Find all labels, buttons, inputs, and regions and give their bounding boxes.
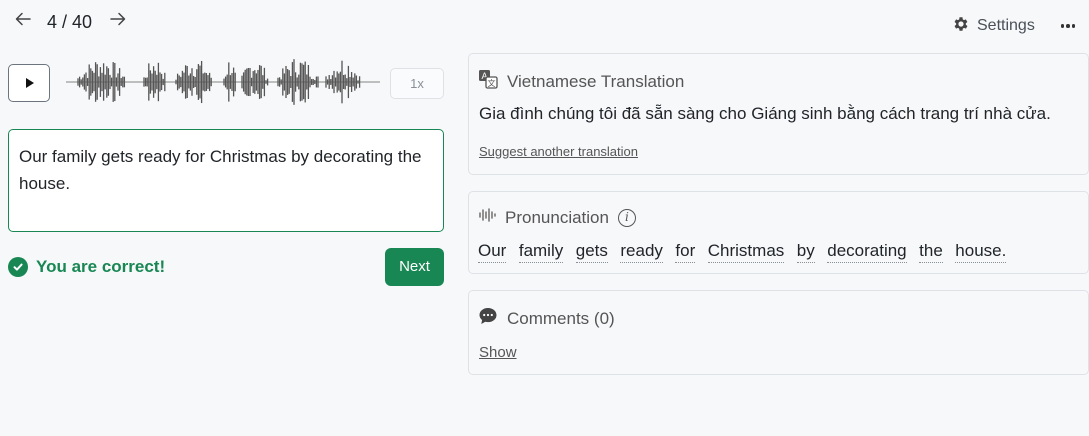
speed-button[interactable]: 1x — [390, 68, 444, 99]
pronunciation-word[interactable]: family — [518, 241, 564, 263]
pronunciation-word[interactable]: by — [796, 241, 815, 263]
pronunciation-word[interactable]: decorating — [827, 241, 907, 263]
result-text: You are correct! — [36, 257, 166, 276]
play-button[interactable] — [8, 64, 50, 102]
answer-textarea[interactable]: Our family gets ready for Christmas by d… — [8, 129, 444, 232]
comments-card: Comments (0) Show — [468, 290, 1089, 375]
result-message: You are correct! — [8, 257, 165, 277]
arrow-right-icon[interactable] — [106, 10, 130, 34]
pronunciation-words: Our family gets ready for Christmas by decorati… — [478, 241, 1007, 263]
translate-icon: A 文 — [478, 69, 498, 94]
pronunciation-heading: Pronunciation — [505, 207, 609, 227]
translation-heading: Vietnamese Translation — [507, 71, 685, 91]
pronunciation-word[interactable]: gets — [575, 241, 608, 263]
exercise-counter: 4 / 40 — [47, 12, 93, 32]
translation-card: A 文 Vietnamese Translation Gia đình chún… — [468, 53, 1089, 175]
pronunciation-word[interactable]: Our — [478, 241, 507, 263]
info-icon[interactable]: i — [617, 208, 636, 227]
pronunciation-word[interactable]: for — [675, 241, 696, 263]
settings-label: Settings — [977, 17, 1035, 34]
audio-wave-icon — [478, 207, 496, 228]
show-comments-link[interactable]: Show — [479, 344, 517, 361]
translation-text: Gia đình chúng tôi đã sẵn sàng cho Giáng… — [479, 104, 1051, 123]
audio-waveform[interactable] — [64, 52, 382, 112]
more-icon[interactable] — [1058, 14, 1078, 38]
svg-text:文: 文 — [488, 78, 496, 88]
arrow-left-icon[interactable] — [11, 10, 35, 34]
suggest-translation-link[interactable]: Suggest another translation — [479, 144, 638, 159]
play-icon — [26, 78, 34, 88]
pronunciation-word[interactable]: ready — [620, 241, 663, 263]
pronunciation-word[interactable]: Christmas — [707, 241, 785, 263]
pronunciation-word[interactable]: house. — [955, 241, 1007, 263]
check-circle-icon — [8, 257, 28, 277]
settings-button[interactable]: Settings — [952, 14, 1035, 38]
pronunciation-card: Pronunciation i Our family gets ready for Chr… — [468, 191, 1089, 274]
pronunciation-word[interactable]: the — [919, 241, 943, 263]
comments-heading: Comments (0) — [507, 308, 615, 328]
top-nav: 4 / 40 Settings — [0, 0, 1089, 48]
comment-icon — [478, 306, 498, 331]
next-button[interactable]: Next — [385, 248, 444, 286]
gear-icon — [952, 15, 970, 38]
